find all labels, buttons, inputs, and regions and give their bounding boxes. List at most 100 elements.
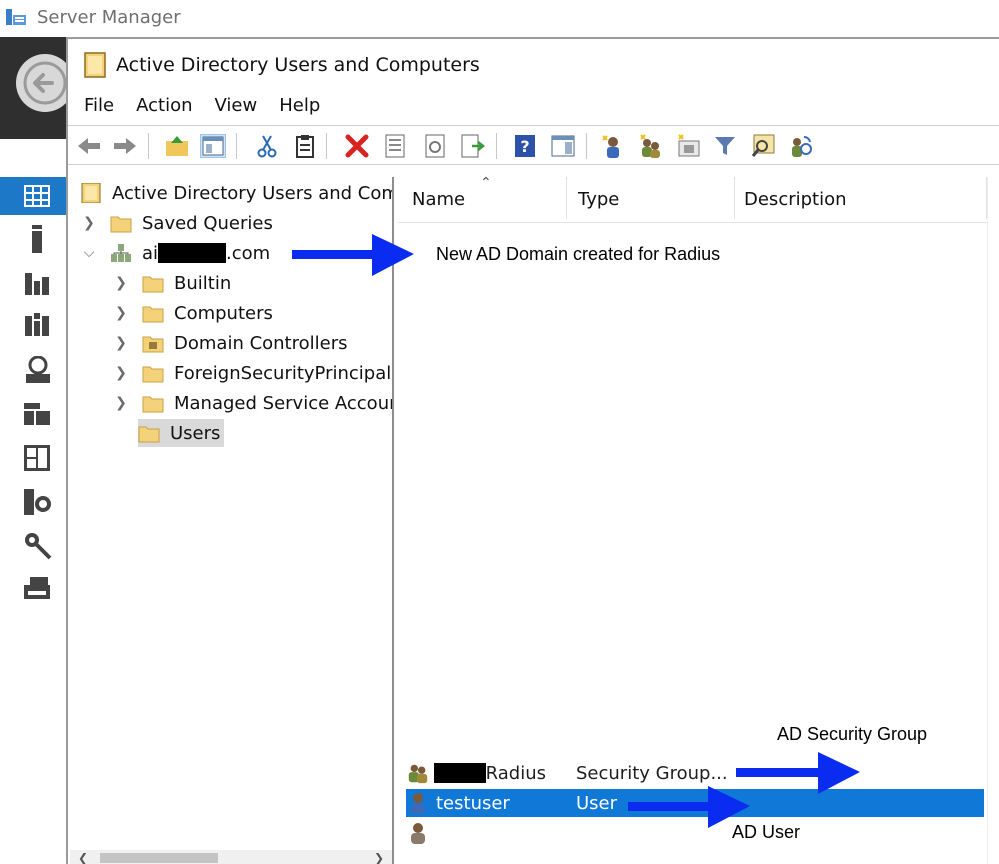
nav-dns[interactable]	[0, 351, 66, 389]
nav-file-services[interactable]	[0, 395, 66, 433]
column-type[interactable]: Type	[578, 189, 619, 210]
filter-button[interactable]	[712, 134, 738, 158]
nav-print-services[interactable]	[0, 571, 66, 609]
server-manager-sidebar	[0, 37, 74, 864]
menu-view[interactable]: View	[207, 95, 266, 121]
export-list-button[interactable]	[460, 134, 486, 158]
tree-foreign-security-principals[interactable]: ❯ ForeignSecurityPrincipals	[112, 359, 392, 387]
find-icon	[751, 134, 775, 157]
chevron-right-icon[interactable]: ❯	[80, 214, 98, 232]
scroll-right-icon[interactable]: ❯	[374, 851, 384, 864]
console-tree: Active Directory Users and Com ❯ Saved Q…	[70, 177, 394, 864]
tree-domain-controllers[interactable]: ❯ Domain Controllers	[112, 329, 348, 357]
tree-builtin[interactable]: ❯ Builtin	[112, 269, 231, 297]
aduc-root-icon	[81, 183, 101, 203]
export-list-icon	[461, 134, 486, 158]
tree-root[interactable]: Active Directory Users and Com	[80, 179, 394, 207]
annotation-arrow-domain	[292, 234, 414, 276]
scroll-left-icon[interactable]: ❮	[78, 851, 88, 864]
up-icon	[166, 136, 188, 156]
list-row-radius-group[interactable]: Radius Security Group...	[406, 759, 984, 787]
vertical-scrollbar[interactable]	[987, 177, 999, 864]
back-button[interactable]	[76, 134, 102, 158]
annotation-arrow-group	[736, 752, 860, 794]
horizontal-scrollbar[interactable]: ❮ ❯	[70, 850, 392, 864]
properties-button[interactable]	[382, 134, 408, 158]
sort-ascending-icon: ⌃	[480, 175, 492, 191]
column-headers: ⌃ Name Type Description	[398, 175, 988, 223]
scrollbar-thumb[interactable]	[100, 853, 218, 863]
nav-nps[interactable]	[0, 527, 66, 565]
paste-button[interactable]	[292, 134, 318, 158]
show-hide-console-tree-button[interactable]	[200, 134, 226, 158]
aduc-titlebar: Active Directory Users and Computers	[84, 51, 480, 79]
chevron-right-icon[interactable]: ❯	[112, 364, 130, 382]
menu-help[interactable]: Help	[271, 95, 328, 121]
toolbar-separator	[148, 133, 149, 159]
svg-text:?: ?	[520, 137, 529, 156]
nav-hyper-v[interactable]	[0, 439, 66, 477]
toolbar-separator	[586, 133, 587, 159]
tree-domain[interactable]: ⌵ ai .com	[80, 239, 271, 267]
delete-button[interactable]	[344, 134, 370, 158]
help-icon: ?	[515, 135, 535, 157]
details-pane: ⌃ Name Type Description Radius Security …	[398, 175, 999, 864]
column-name[interactable]: Name	[412, 189, 465, 210]
aduc-app-icon	[84, 52, 106, 78]
tree-users[interactable]: Users	[138, 419, 225, 447]
chevron-right-icon[interactable]: ❯	[112, 334, 130, 352]
nav-iis[interactable]	[0, 483, 66, 521]
help-button[interactable]: ?	[512, 134, 538, 158]
add-to-group-button[interactable]	[788, 134, 814, 158]
menu-bar: File Action View Help	[76, 95, 334, 121]
forward-button[interactable]	[112, 134, 138, 158]
forward-icon	[114, 138, 136, 154]
toolbar: ?	[68, 125, 999, 165]
local-server-icon	[32, 225, 42, 253]
column-divider[interactable]	[734, 177, 735, 219]
tree-managed-service-accounts[interactable]: ❯ Managed Service Accour	[112, 389, 392, 417]
refresh-icon	[425, 134, 445, 158]
paste-icon	[296, 135, 314, 158]
back-icon	[78, 138, 100, 154]
redaction-bar	[433, 763, 486, 783]
column-description[interactable]: Description	[744, 189, 847, 210]
new-group-button[interactable]	[638, 134, 664, 158]
server-manager-titlebar: Server Manager	[0, 0, 999, 36]
chevron-right-icon[interactable]: ❯	[112, 304, 130, 322]
nav-all-servers[interactable]	[0, 265, 66, 303]
aduc-title: Active Directory Users and Computers	[116, 54, 480, 76]
folder-icon	[110, 216, 132, 233]
chevron-down-icon[interactable]: ⌵	[80, 244, 98, 262]
tree-root-label: Active Directory Users and Com	[112, 182, 394, 204]
row-name: testuser	[436, 792, 510, 814]
menu-file[interactable]: File	[76, 95, 122, 121]
menu-action[interactable]: Action	[128, 95, 200, 121]
chevron-right-icon[interactable]: ❯	[112, 394, 130, 412]
nav-local-server[interactable]	[0, 221, 66, 259]
annotation-domain-note: New AD Domain created for Radius	[436, 244, 721, 264]
column-divider[interactable]	[566, 177, 567, 219]
tree-builtin-label: Builtin	[174, 272, 232, 294]
tree-computers[interactable]: ❯ Computers	[112, 299, 273, 327]
find-button[interactable]	[750, 134, 776, 158]
tree-saved-queries[interactable]: ❯ Saved Queries	[80, 209, 273, 237]
ou-folder-icon	[142, 336, 164, 353]
domain-suffix: .com	[226, 242, 271, 264]
user-icon	[411, 793, 425, 814]
properties-icon	[385, 134, 405, 158]
all-servers-icon	[25, 273, 49, 295]
chevron-right-icon[interactable]: ❯	[112, 274, 130, 292]
up-button[interactable]	[164, 134, 190, 158]
show-action-pane-button[interactable]	[550, 134, 576, 158]
cut-button[interactable]	[254, 134, 280, 158]
server-manager-icon	[6, 9, 26, 25]
new-user-button[interactable]	[600, 134, 626, 158]
toolbar-separator	[326, 133, 327, 159]
server-manager-title: Server Manager	[37, 7, 181, 28]
nav-ad-ds[interactable]	[0, 307, 66, 345]
new-ou-button[interactable]	[676, 134, 702, 158]
nav-dashboard[interactable]	[0, 177, 66, 215]
tree-domain-controllers-label: Domain Controllers	[174, 332, 348, 354]
refresh-button[interactable]	[422, 134, 448, 158]
